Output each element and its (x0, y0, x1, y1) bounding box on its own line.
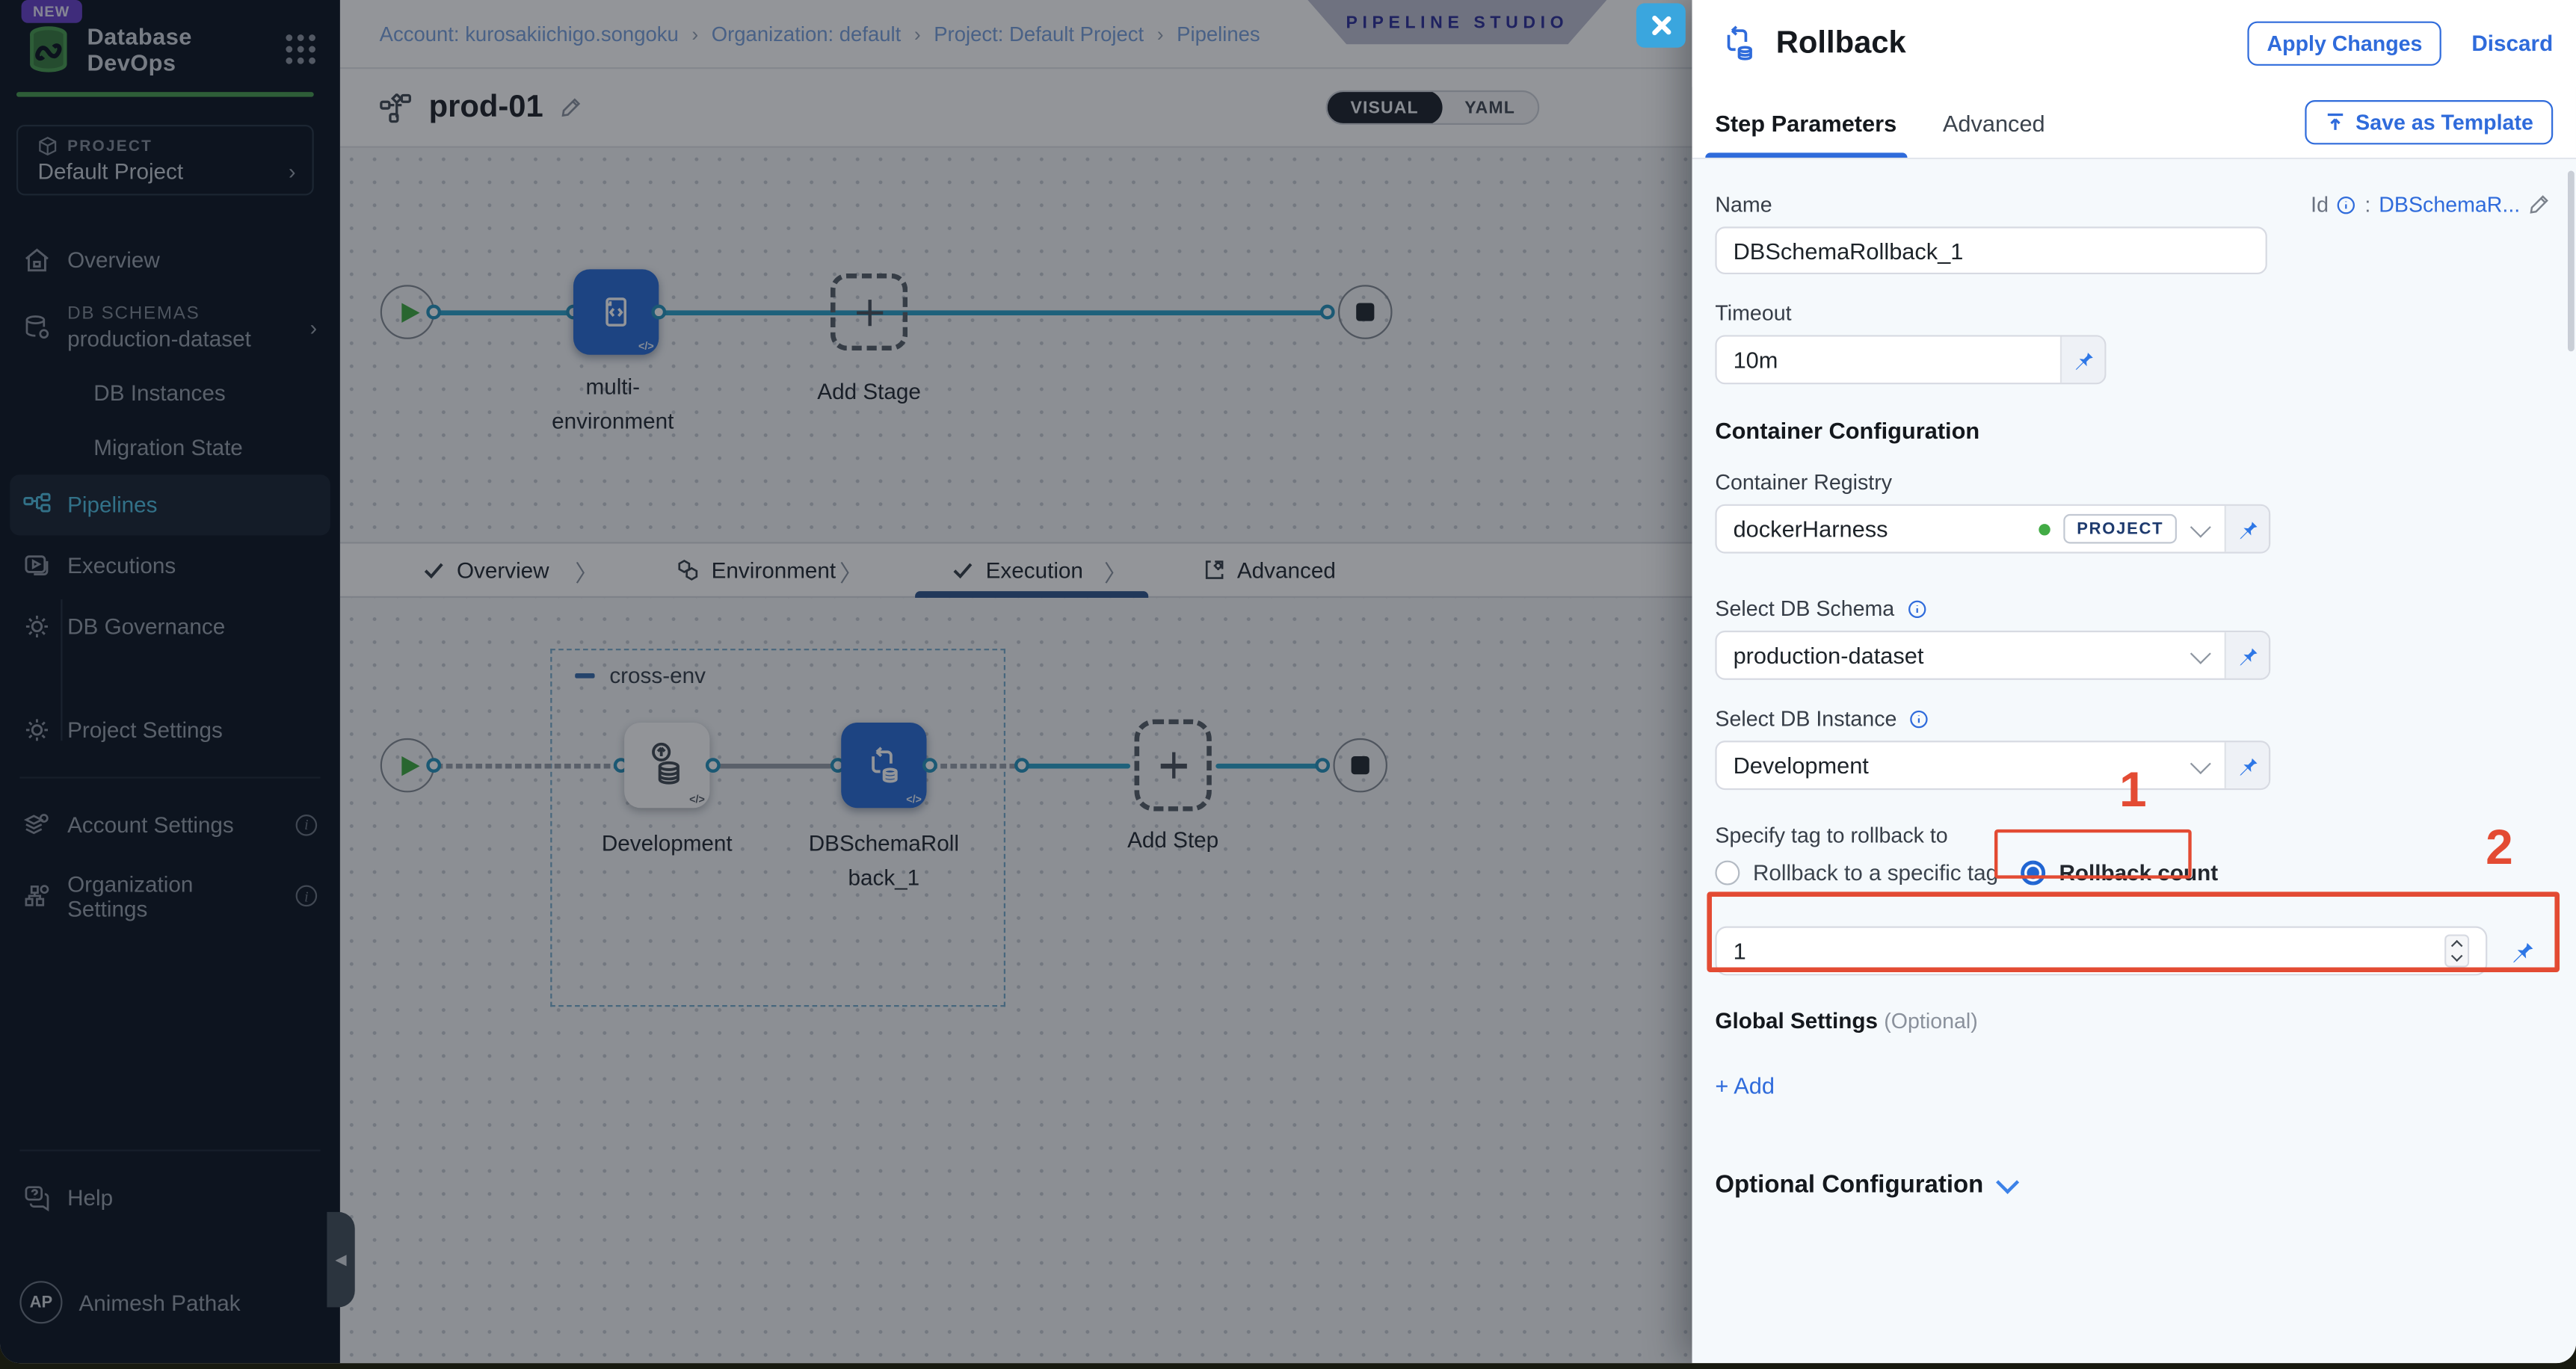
db-schema-label-text: Select DB Schema (1715, 596, 1894, 621)
global-settings-label: Global Settings (1715, 1008, 1878, 1033)
apply-changes-button[interactable]: Apply Changes (2247, 22, 2442, 66)
background-content: NEW Database DevOps PROJECT Default Proj… (0, 0, 1692, 1363)
step-config-drawer: Rollback Apply Changes Discard Step Para… (1692, 0, 2576, 1363)
app-window: NEW Database DevOps PROJECT Default Proj… (0, 0, 2576, 1363)
db-instance-value: Development (1734, 753, 1869, 779)
global-settings-heading: Global Settings (Optional) (1715, 1008, 2553, 1033)
annotation-box-rollback-count (1994, 829, 2192, 879)
container-registry-label: Container Registry (1715, 470, 2553, 495)
drawer-tabs: Step Parameters Advanced Save as Templat… (1692, 87, 2576, 159)
db-schema-select[interactable]: production-dataset (1715, 631, 2270, 680)
chevron-down-icon (2190, 643, 2211, 664)
connector-status-dot (2039, 523, 2050, 534)
id-row: Id : DBSchemaR... (2311, 192, 2553, 217)
step-parameters-form: Name Id : DBSchemaR... Timeout 10m Co (1692, 159, 2576, 1363)
annotation-number-2: 2 (2486, 821, 2513, 877)
project-scope-badge: PROJECT (2064, 514, 2177, 544)
container-registry-field[interactable]: dockerHarness PROJECT (1715, 504, 2270, 554)
registry-pin-button[interactable] (2225, 506, 2269, 552)
db-instance-label: Select DB Instance (1715, 706, 2553, 731)
save-as-template-label: Save as Template (2355, 110, 2533, 135)
container-registry-value: dockerHarness (1734, 516, 1888, 542)
db-schema-pin-button[interactable] (2225, 632, 2269, 679)
timeout-field: 10m (1715, 335, 2106, 384)
info-icon (2337, 194, 2356, 214)
name-input[interactable] (1715, 226, 2267, 274)
timeout-pin-button[interactable] (2060, 337, 2104, 383)
optional-configuration-toggle[interactable]: Optional Configuration (1715, 1171, 2553, 1199)
chevron-down-icon (1997, 1170, 2020, 1193)
upload-icon (2324, 111, 2346, 133)
tab-step-parameters[interactable]: Step Parameters (1715, 87, 1896, 158)
info-icon (1909, 709, 1929, 729)
pin-icon (2236, 643, 2259, 667)
id-value: DBSchemaR... (2379, 192, 2520, 217)
tab-advanced[interactable]: Advanced (1943, 87, 2045, 158)
id-separator: : (2364, 192, 2370, 217)
pin-icon (2236, 754, 2259, 777)
db-schema-value: production-dataset (1734, 642, 1924, 668)
db-instance-label-text: Select DB Instance (1715, 706, 1896, 731)
container-configuration-heading: Container Configuration (1715, 417, 2553, 443)
pin-icon (2071, 348, 2095, 371)
name-label: Name (1715, 192, 1772, 217)
db-schema-label: Select DB Schema (1715, 596, 2553, 621)
timeout-value[interactable]: 10m (1734, 347, 1778, 373)
radio-rollback-specific-tag[interactable]: Rollback to a specific tag (1715, 861, 1998, 886)
chevron-down-icon (2190, 516, 2211, 537)
info-icon (1907, 599, 1926, 619)
timeout-label: Timeout (1715, 300, 2553, 325)
drawer-title: Rollback (1776, 25, 2231, 61)
drawer-scrollbar[interactable] (2567, 171, 2575, 352)
close-drawer-button[interactable] (1636, 3, 1686, 47)
radio-circle[interactable] (1715, 861, 1740, 886)
annotation-box-count-input (1707, 891, 2560, 972)
close-icon (1651, 15, 1672, 37)
annotation-number-1: 1 (2119, 764, 2147, 820)
discard-button[interactable]: Discard (2471, 31, 2553, 56)
optional-label: (Optional) (1884, 1008, 1977, 1033)
save-as-template-button[interactable]: Save as Template (2305, 100, 2553, 144)
pin-icon (2236, 517, 2259, 540)
id-label: Id (2311, 192, 2329, 217)
rollback-icon (1719, 23, 1760, 64)
add-link[interactable]: + Add (1715, 1072, 2553, 1098)
optional-configuration-label: Optional Configuration (1715, 1171, 1983, 1199)
db-instance-pin-button[interactable] (2225, 742, 2269, 788)
edit-pencil-icon[interactable] (2528, 194, 2550, 215)
chevron-down-icon (2190, 753, 2211, 773)
drawer-header: Rollback Apply Changes Discard (1692, 0, 2576, 87)
modal-dim-overlay (0, 0, 1692, 1363)
screen: NEW Database DevOps PROJECT Default Proj… (0, 0, 2576, 1369)
radio-label: Rollback to a specific tag (1753, 861, 1998, 886)
db-instance-select[interactable]: Development (1715, 741, 2270, 790)
